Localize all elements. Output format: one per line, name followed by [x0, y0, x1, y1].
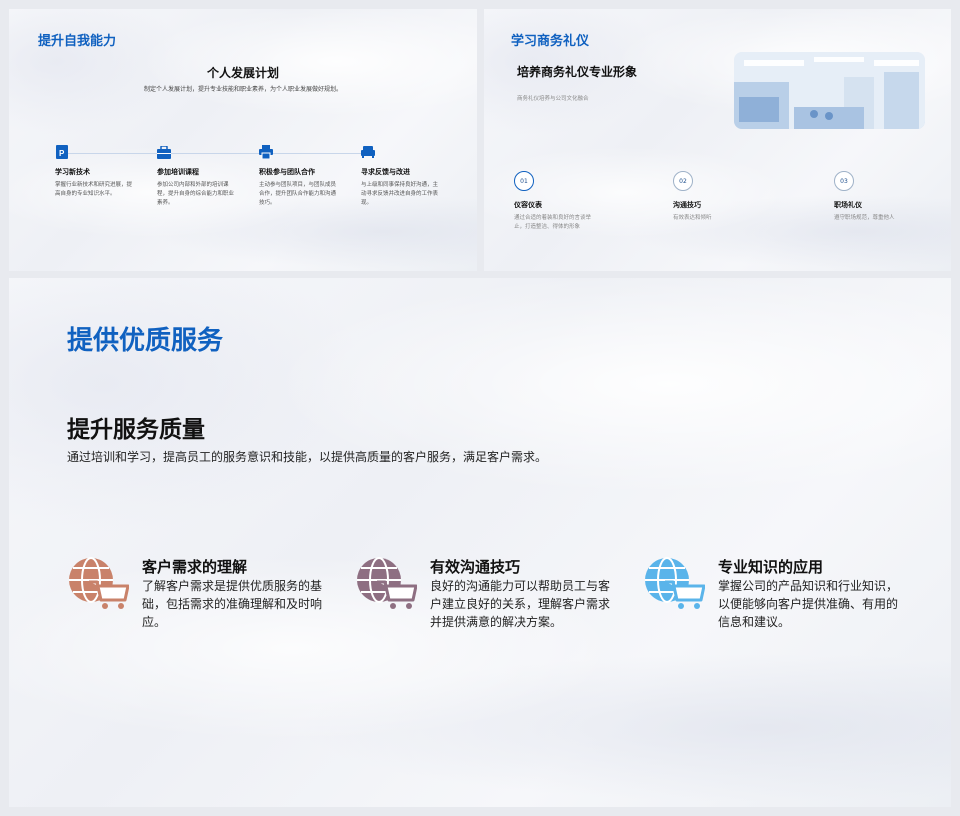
document-icon: P [55, 145, 69, 159]
slide-quality-service: 提供优质服务 提升服务质量 通过培训和学习，提高员工的服务意识和技能，以提供高质… [9, 278, 951, 807]
step-title: 参加培训课程 [157, 168, 199, 176]
feature-title: 专业知识的应用 [718, 558, 824, 576]
section-subtitle: 商务礼仪培养与公司文化融合 [517, 96, 589, 102]
step-feedback: 寻求反馈与改进 与上级和同事保持良好沟通，主动寻求反馈并改进自身的工作表现。 [361, 145, 441, 207]
briefcase-icon [157, 145, 171, 159]
etiquette-item-appearance: 01 仪容仪表 通过合适的着装和良好的言谈举止，打造整洁、得体的形象 [514, 171, 614, 232]
sofa-icon [361, 145, 375, 159]
slide-business-etiquette: 学习商务礼仪 培养商务礼仪专业形象 商务礼仪培养与公司文化融合 01 仪容仪表 … [484, 9, 951, 271]
item-number: 02 [673, 171, 693, 191]
section-description: 通过培训和学习，提高员工的服务意识和技能，以提供高质量的客户服务，满足客户需求。 [67, 450, 548, 464]
global-cart-icon [355, 556, 418, 610]
item-desc: 遵守职场规范，尊重他人 [834, 215, 895, 221]
item-number: 01 [514, 171, 534, 191]
step-desc: 掌握行业新技术和研究进展，提高自身的专业知识水平。 [55, 182, 133, 197]
office-photo [734, 52, 925, 129]
feature-desc: 掌握公司的产品知识和行业知识，以便能够向客户提供准确、有用的信息和建议。 [718, 579, 899, 629]
slide-self-improvement: 提升自我能力 个人发展计划 制定个人发展计划，提升专业技能和职业素养，为个人职业… [9, 9, 477, 271]
plan-title: 个人发展计划 [206, 66, 279, 80]
step-title: 学习新技术 [55, 168, 90, 176]
item-desc: 通过合适的着装和良好的言谈举止，打造整洁、得体的形象 [514, 215, 592, 230]
item-number: 03 [834, 171, 854, 191]
feature-desc: 良好的沟通能力可以帮助员工与客户建立良好的关系，理解客户需求并提供满意的解决方案… [430, 579, 611, 629]
slide-title: 提供优质服务 [67, 326, 224, 356]
etiquette-item-workplace: 03 职场礼仪 遵守职场规范，尊重他人 [834, 171, 934, 223]
printer-icon [259, 145, 273, 159]
step-title: 寻求反馈与改进 [361, 168, 410, 176]
plan-subtitle: 制定个人发展计划，提升专业技能和职业素养，为个人职业发展做好规划。 [143, 86, 342, 93]
slide-title: 学习商务礼仪 [511, 34, 590, 49]
global-cart-icon [643, 556, 706, 610]
section-heading: 提升服务质量 [67, 417, 205, 443]
step-teamwork: 积极参与团队合作 主动参与团队项目，与团队成员合作，提升团队合作能力和沟通技巧。 [259, 145, 339, 207]
feature-title: 有效沟通技巧 [430, 558, 521, 576]
feature-desc: 了解客户需求是提供优质服务的基础，包括需求的准确理解和及时响应。 [142, 579, 323, 629]
step-desc: 主动参与团队项目，与团队成员合作，提升团队合作能力和沟通技巧。 [259, 182, 337, 206]
step-learn-tech: P 学习新技术 掌握行业新技术和研究进展，提高自身的专业知识水平。 [55, 145, 135, 199]
feature-communication: 有效沟通技巧 良好的沟通能力可以帮助员工与客户建立良好的关系，理解客户需求并提供… [355, 556, 615, 656]
step-training: 参加培训课程 参加公司内部和外部的培训课程，提升自身的综合能力和职业素养。 [157, 145, 237, 207]
item-title: 仪容仪表 [514, 201, 542, 209]
global-cart-icon [67, 556, 130, 610]
feature-expertise: 专业知识的应用 掌握公司的产品知识和行业知识，以便能够向客户提供准确、有用的信息… [643, 556, 903, 656]
item-desc: 有效表达和倾听 [673, 215, 712, 221]
step-title: 积极参与团队合作 [259, 168, 315, 176]
feature-title: 客户需求的理解 [142, 558, 248, 576]
slide-title: 提升自我能力 [38, 34, 117, 49]
section-heading: 培养商务礼仪专业形象 [517, 65, 638, 79]
item-title: 沟通技巧 [673, 201, 701, 209]
svg-text:P: P [59, 149, 65, 158]
step-desc: 与上级和同事保持良好沟通，主动寻求反馈并改进自身的工作表现。 [361, 182, 439, 206]
etiquette-item-communication: 02 沟通技巧 有效表达和倾听 [673, 171, 773, 223]
item-title: 职场礼仪 [834, 201, 862, 209]
feature-customer-needs: 客户需求的理解 了解客户需求是提供优质服务的基础，包括需求的准确理解和及时响应。 [67, 556, 327, 656]
step-desc: 参加公司内部和外部的培训课程，提升自身的综合能力和职业素养。 [157, 182, 235, 206]
